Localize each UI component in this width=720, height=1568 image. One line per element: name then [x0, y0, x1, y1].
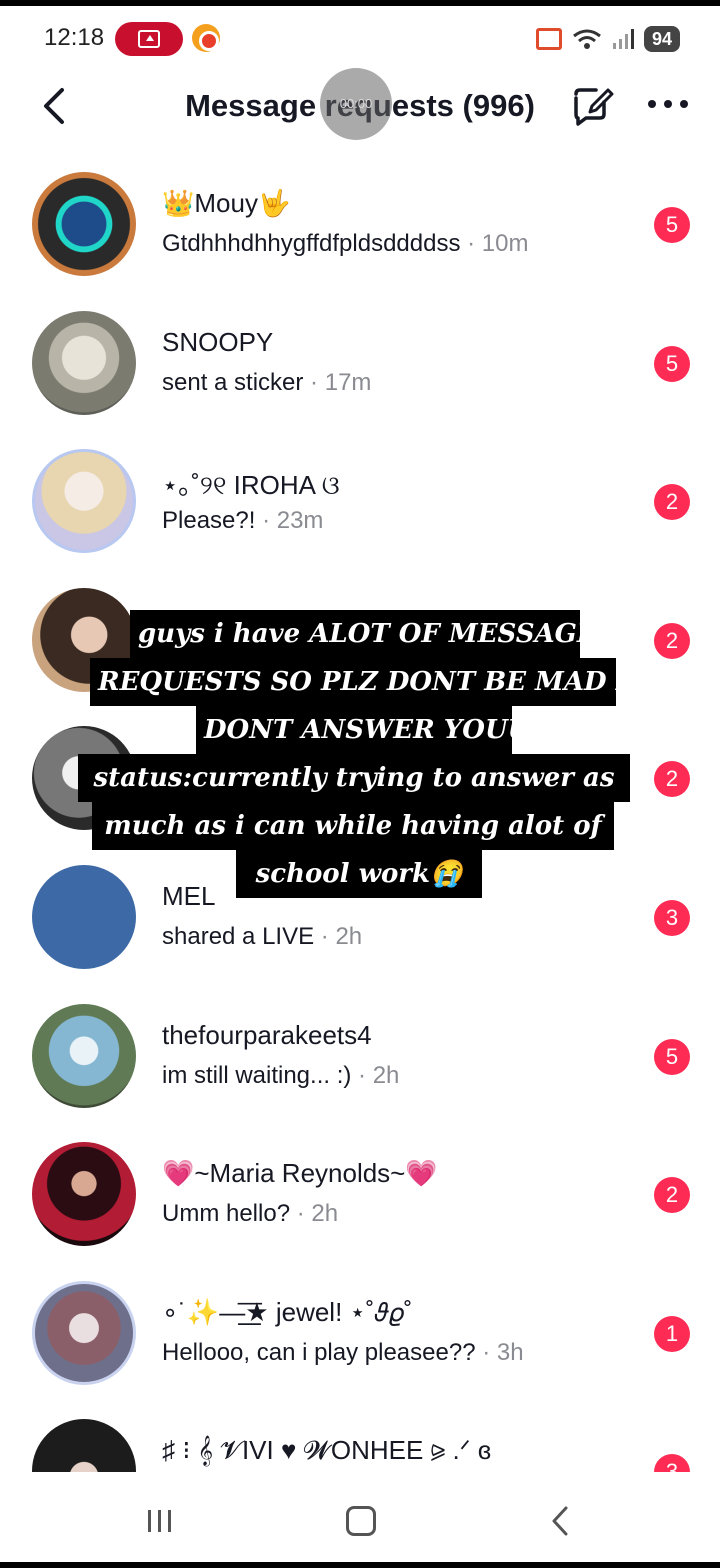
contact-name: ♯ ⁝ 𝄞 𝓥IVI ♥ 𝓦ONHEE ⪩ .ᐟ ɞ — [162, 1435, 492, 1466]
header: Message requests (996) 00:00 — [0, 68, 720, 152]
caption-line: school work😭 — [236, 850, 482, 898]
caption-line: guys i have ALOT OF MESSAGE — [130, 610, 597, 658]
back-icon[interactable] — [550, 1506, 570, 1536]
avatar[interactable] — [32, 1419, 136, 1472]
message-time: 2h — [311, 1200, 339, 1228]
message-preview: shared a LIVE — [162, 922, 315, 950]
avatar[interactable] — [32, 310, 136, 415]
unread-badge: 2 — [654, 761, 690, 798]
message-time: 10m — [481, 230, 529, 257]
recent-apps-icon[interactable] — [146, 1508, 174, 1534]
contact-name: ∘˙✨—͟͟͞★ jewel! ⋆˚𝜗𝜚˚ — [162, 1296, 413, 1327]
screen-record-icon[interactable] — [115, 22, 183, 56]
unread-badge: 3 — [654, 1454, 690, 1472]
unread-badge: 3 — [654, 899, 690, 936]
contact-name: SNOOPY — [162, 326, 274, 357]
message-preview: im still waiting... :) — [162, 1061, 352, 1089]
caption-line: much as i can while having alot of — [92, 802, 614, 850]
list-item[interactable]: ⋆｡˚୨୧ IROHA ଓ Please?! · 23m 2 — [0, 427, 720, 566]
unread-badge: 5 — [654, 345, 690, 382]
avatar[interactable] — [32, 172, 136, 276]
signal-icon — [612, 29, 634, 49]
message-preview: Umm hello? — [162, 1200, 291, 1228]
unread-badge: 5 — [654, 1038, 690, 1075]
contact-name: 💗~Maria Reynolds~💗 — [162, 1158, 438, 1189]
wifi-icon — [573, 29, 601, 49]
message-preview: Hellooo, can i play pleasee?? — [162, 1338, 476, 1366]
status-bar: 12:18 94 — [0, 0, 720, 68]
chat-edit-icon[interactable] — [570, 84, 614, 128]
unread-badge: 1 — [654, 1315, 690, 1352]
avatar[interactable] — [32, 1003, 136, 1108]
list-item[interactable]: ∘˙✨—͟͟͞★ jewel! ⋆˚𝜗𝜚˚ Hellooo, can i pla… — [0, 1259, 720, 1398]
message-time: 2h — [372, 1061, 400, 1089]
list-item[interactable]: SNOOPY sent a sticker · 17m 5 — [0, 289, 720, 428]
unread-badge: 2 — [654, 622, 690, 659]
list-item[interactable]: 👑Mouy🤟 Gtdhhhdhhygffdfpldsddddss · 10m 5 — [0, 150, 720, 289]
recorder-app-icon — [192, 24, 220, 52]
list-item[interactable]: ♯ ⁝ 𝄞 𝓥IVI ♥ 𝓦ONHEE ⪩ .ᐟ ɞ 3 — [0, 1397, 720, 1472]
list-item[interactable]: 💗~Maria Reynolds~💗 Umm hello? · 2h 2 — [0, 1120, 720, 1259]
system-nav-bar — [0, 1472, 720, 1568]
message-time: 3h — [496, 1338, 524, 1366]
status-time: 12:18 — [44, 24, 105, 51]
contact-name: 👑Mouy🤟 — [162, 188, 291, 218]
home-icon[interactable] — [346, 1506, 376, 1536]
unread-badge: 5 — [654, 207, 690, 243]
battery-icon: 94 — [643, 26, 680, 52]
unread-badge: 2 — [654, 484, 690, 521]
caption-line: REQUESTS SO PLZ DONT BE MAD IF I — [90, 658, 667, 706]
message-preview: Gtdhhhdhhygffdfpldsddddss — [162, 230, 461, 257]
avatar[interactable] — [32, 1142, 136, 1247]
caption-line: status:currently trying to answer as — [78, 754, 630, 802]
message-preview: sent a sticker — [162, 368, 304, 396]
avatar[interactable] — [32, 449, 136, 554]
avatar[interactable] — [32, 1280, 136, 1385]
message-preview: Please?! — [162, 507, 256, 535]
caption-overlay: guys i have ALOT OF MESSAGE REQUESTS SO … — [76, 606, 667, 910]
message-time: 23m — [276, 507, 324, 535]
message-time: 2h — [335, 922, 363, 950]
contact-name: thefourparakeets4 — [162, 1019, 372, 1050]
recording-timer[interactable]: 00:00 — [320, 68, 392, 140]
more-icon[interactable] — [646, 92, 690, 116]
cast-icon — [535, 28, 562, 50]
caption-line: DONT ANSWER YOUU — [196, 706, 530, 754]
contact-name: ⋆｡˚୨୧ IROHA ଓ — [162, 470, 340, 501]
message-time: 17m — [324, 368, 372, 396]
list-item[interactable]: thefourparakeets4 im still waiting... :)… — [0, 982, 720, 1121]
unread-badge: 2 — [654, 1177, 690, 1214]
